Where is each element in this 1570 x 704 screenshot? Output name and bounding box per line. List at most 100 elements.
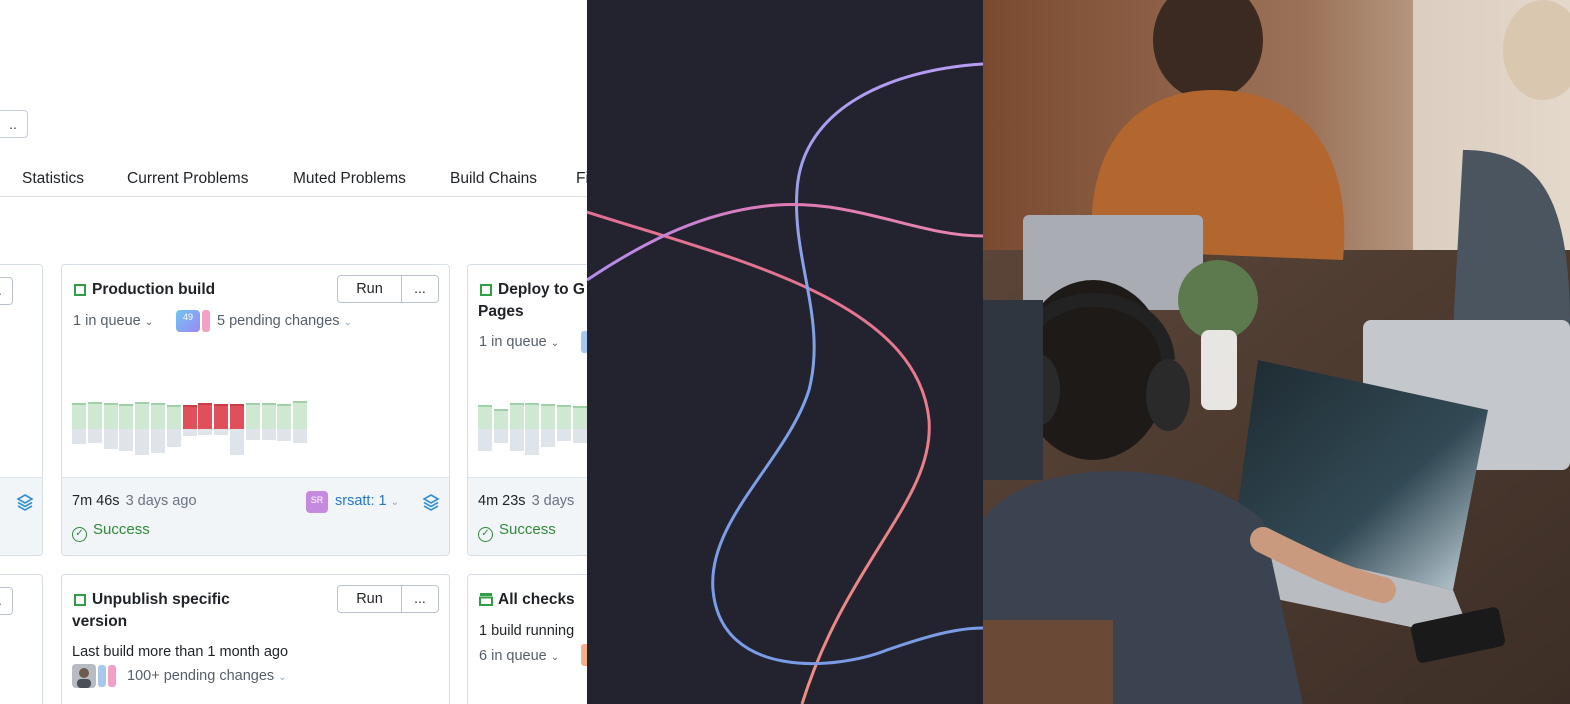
queue-dropdown[interactable]: 1 in queue ⌄ (479, 334, 559, 350)
build-card-unpublish[interactable]: Unpublish specific version Run ... Last … (61, 574, 450, 704)
avatar-stack-icon (202, 310, 210, 332)
history-bar-duration (541, 429, 556, 447)
pending-changes-text: 5 pending changes (217, 313, 340, 329)
queue-dropdown[interactable]: 1 in queue ⌄ (73, 313, 153, 329)
queue-dropdown[interactable]: 6 in queue ⌄ (479, 648, 559, 664)
pending-changes-text: 100+ pending changes (127, 668, 275, 684)
build-card-partial-left: ... (0, 264, 43, 556)
layers-icon[interactable] (422, 493, 440, 511)
avatar: SR (306, 491, 328, 513)
history-bar-duration (277, 429, 292, 441)
build-title[interactable]: All checks (498, 589, 575, 611)
decorative-curves (587, 62, 983, 704)
history-bar-duration (525, 429, 540, 455)
card-footer (0, 477, 42, 555)
build-title-line2[interactable]: version (72, 611, 127, 633)
build-title[interactable]: Production build (92, 279, 215, 301)
status-text: Success (499, 521, 556, 538)
build-age: 3 days (531, 493, 575, 509)
overflow-menu-button[interactable]: .. (0, 110, 28, 138)
build-card-all-checks[interactable]: All checks 1 build running 6 in queue ⌄ (467, 574, 587, 704)
running-builds-text: 1 build running (479, 623, 575, 639)
build-card-partial-left-2: ... (0, 574, 43, 704)
build-config-icon (74, 594, 86, 606)
build-card-production[interactable]: Production build Run ... 1 in queue ⌄ 49… (61, 264, 450, 556)
more-button[interactable]: ... (0, 277, 13, 305)
duration-text: 4m 23s (478, 493, 526, 509)
last-build-text: Last build more than 1 month ago (72, 644, 289, 660)
history-bar-duration (230, 429, 244, 455)
team-photo (983, 0, 1570, 704)
composite-build-icon (479, 593, 493, 606)
history-bar-duration (182, 429, 197, 437)
run-button-group: Run ... (337, 585, 439, 613)
triggered-by-link[interactable]: srsatt: 1 ⌄ (335, 493, 399, 509)
duration-text: 7m 46s (72, 493, 120, 509)
history-bar-duration (151, 429, 165, 453)
status-text: Success (93, 521, 150, 538)
more-button[interactable]: ... (402, 586, 438, 612)
avatar-stack-icon (98, 665, 106, 687)
build-title[interactable]: Deploy to G (498, 279, 585, 301)
team-photo-illustration (983, 0, 1570, 704)
history-bar-duration (493, 429, 508, 444)
avatar (72, 664, 96, 688)
chevron-down-icon: ⌄ (278, 672, 287, 683)
card-footer (468, 477, 587, 555)
check-circle-icon: ✓ (478, 527, 493, 542)
more-button[interactable]: ... (402, 276, 438, 302)
check-circle-icon: ✓ (72, 527, 87, 542)
history-bar-duration (198, 429, 213, 436)
run-button[interactable]: Run (338, 586, 402, 612)
build-history-chart[interactable] (478, 393, 587, 469)
pending-changes-dropdown[interactable]: 100+ pending changes ⌄ (127, 668, 287, 684)
run-button-group: Run ... (337, 275, 439, 303)
build-duration: 4m 23s 3 days (478, 493, 574, 509)
history-bar-duration (261, 429, 276, 440)
decorative-curves-panel (587, 0, 983, 704)
build-config-icon (74, 284, 86, 296)
queue-text: 1 in queue (73, 313, 141, 329)
queue-text: 6 in queue (479, 648, 547, 664)
status-badge: ✓ Success (478, 521, 556, 542)
history-bar-duration (293, 429, 308, 443)
history-bar-duration (166, 429, 181, 447)
more-button[interactable]: ... (0, 587, 13, 615)
tab-muted-problems[interactable]: Muted Problems (293, 170, 406, 188)
chevron-down-icon: ⌄ (343, 317, 352, 328)
tab-current-problems[interactable]: Current Problems (127, 170, 248, 188)
history-bar-duration (214, 429, 229, 436)
history-bar-duration (557, 429, 571, 442)
build-title-line2[interactable]: Pages (478, 301, 524, 323)
history-bar-duration (245, 429, 260, 440)
tab-statistics[interactable]: Statistics (22, 170, 84, 188)
layers-icon[interactable] (16, 493, 34, 511)
queue-text: 1 in queue (479, 334, 547, 350)
run-button[interactable]: Run (338, 276, 402, 302)
project-tabs: Statistics Current Problems Muted Proble… (0, 160, 587, 197)
history-bar-duration (103, 429, 118, 449)
pending-changes-dropdown[interactable]: 5 pending changes ⌄ (217, 313, 352, 329)
chevron-down-icon: ⌄ (390, 497, 399, 508)
history-bar-duration (478, 429, 492, 452)
build-age: 3 days ago (125, 493, 197, 509)
chevron-down-icon: ⌄ (144, 317, 154, 328)
history-bar-duration (509, 429, 524, 452)
build-history-chart[interactable] (72, 393, 308, 469)
triggered-by-text: srsatt: 1 (335, 493, 387, 509)
change-count-badge: 49 (176, 310, 200, 332)
history-bar-duration (572, 429, 587, 444)
history-bar-duration (87, 429, 102, 443)
tab-build-chains[interactable]: Build Chains (450, 170, 537, 188)
build-config-icon (480, 284, 492, 296)
build-duration: 7m 46s 3 days ago (72, 493, 197, 509)
status-badge: ✓ Success (72, 521, 150, 542)
ci-dashboard-panel: .. Statistics Current Problems Muted Pro… (0, 0, 587, 704)
build-title[interactable]: Unpublish specific (92, 589, 230, 611)
chevron-down-icon: ⌄ (550, 652, 560, 663)
build-card-deploy[interactable]: Deploy to G Pages 1 in queue ⌄ 4m 23s 3 d… (467, 264, 587, 556)
avatar-stack-icon-2 (108, 665, 116, 687)
history-bar-duration (72, 429, 86, 445)
history-bar-duration (119, 429, 134, 451)
tab-fi[interactable]: Fi (576, 170, 587, 188)
